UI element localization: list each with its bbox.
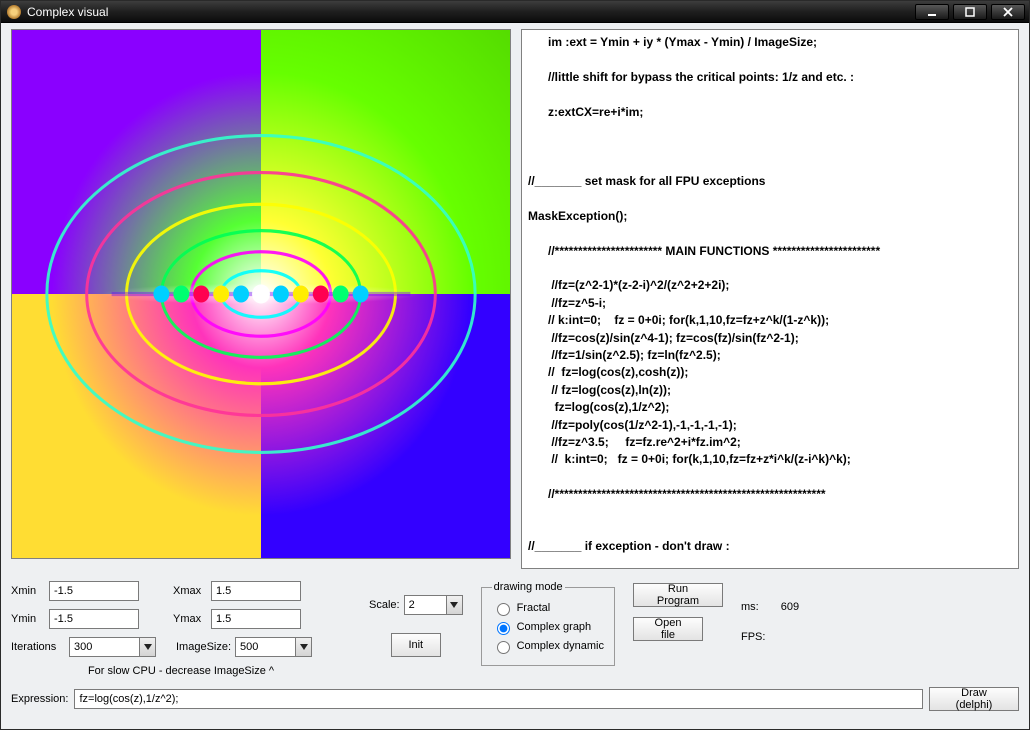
- app-icon: [7, 5, 21, 19]
- xmin-input[interactable]: [49, 581, 139, 601]
- mode-fractal-label: Fractal: [517, 602, 551, 614]
- ymin-input[interactable]: [49, 609, 139, 629]
- mode-complex-dynamic-radio[interactable]: [497, 641, 510, 654]
- draw-button[interactable]: Draw (delphi): [929, 687, 1019, 711]
- scale-label: Scale:: [369, 599, 400, 611]
- app-window: Complex visual: [0, 0, 1030, 730]
- mode-fractal-radio[interactable]: [497, 603, 510, 616]
- iterations-dropdown-icon[interactable]: [139, 637, 156, 657]
- minimize-button[interactable]: [915, 4, 949, 20]
- scale-input[interactable]: [404, 595, 446, 615]
- xmin-label: Xmin: [11, 585, 45, 597]
- imagesize-label: ImageSize:: [176, 641, 231, 653]
- init-button[interactable]: Init: [391, 633, 441, 657]
- imagesize-dropdown-icon[interactable]: [295, 637, 312, 657]
- cpu-hint: For slow CPU - decrease ImageSize ^: [88, 665, 274, 677]
- ymin-label: Ymin: [11, 613, 45, 625]
- iterations-label: Iterations: [11, 641, 65, 653]
- client-area: im :ext = Ymin + iy * (Ymax - Ymin) / Im…: [1, 23, 1029, 729]
- open-file-button[interactable]: Open file: [633, 617, 703, 641]
- scale-dropdown-icon[interactable]: [446, 595, 463, 615]
- titlebar[interactable]: Complex visual: [1, 1, 1029, 23]
- mode-complex-graph-label: Complex graph: [517, 621, 592, 633]
- render-canvas: [11, 29, 511, 559]
- ymax-label: Ymax: [173, 613, 207, 625]
- ms-label: ms:: [741, 601, 759, 613]
- close-button[interactable]: [991, 4, 1025, 20]
- code-text: im :ext = Ymin + iy * (Ymax - Ymin) / Im…: [522, 30, 1018, 569]
- ms-value: 609: [781, 601, 799, 613]
- fps-label: FPS:: [741, 631, 765, 643]
- run-program-button[interactable]: Run Program: [633, 583, 723, 607]
- iterations-input[interactable]: [69, 637, 139, 657]
- xmax-input[interactable]: [211, 581, 301, 601]
- expression-input[interactable]: [74, 689, 923, 709]
- imagesize-input[interactable]: [235, 637, 295, 657]
- drawing-mode-group: drawing mode Fractal Complex graph Compl…: [481, 581, 615, 666]
- code-editor[interactable]: im :ext = Ymin + iy * (Ymax - Ymin) / Im…: [521, 29, 1019, 569]
- window-title: Complex visual: [27, 5, 915, 19]
- drawing-mode-legend: drawing mode: [492, 581, 565, 593]
- controls-panel: Xmin Xmax Ymin Ymax Iterations: [11, 575, 1019, 677]
- expression-label: Expression:: [11, 693, 68, 705]
- mode-complex-graph-radio[interactable]: [497, 622, 510, 635]
- ymax-input[interactable]: [211, 609, 301, 629]
- maximize-button[interactable]: [953, 4, 987, 20]
- xmax-label: Xmax: [173, 585, 207, 597]
- expression-row: Expression: Draw (delphi): [11, 687, 1019, 711]
- mode-complex-dynamic-label: Complex dynamic: [517, 640, 604, 652]
